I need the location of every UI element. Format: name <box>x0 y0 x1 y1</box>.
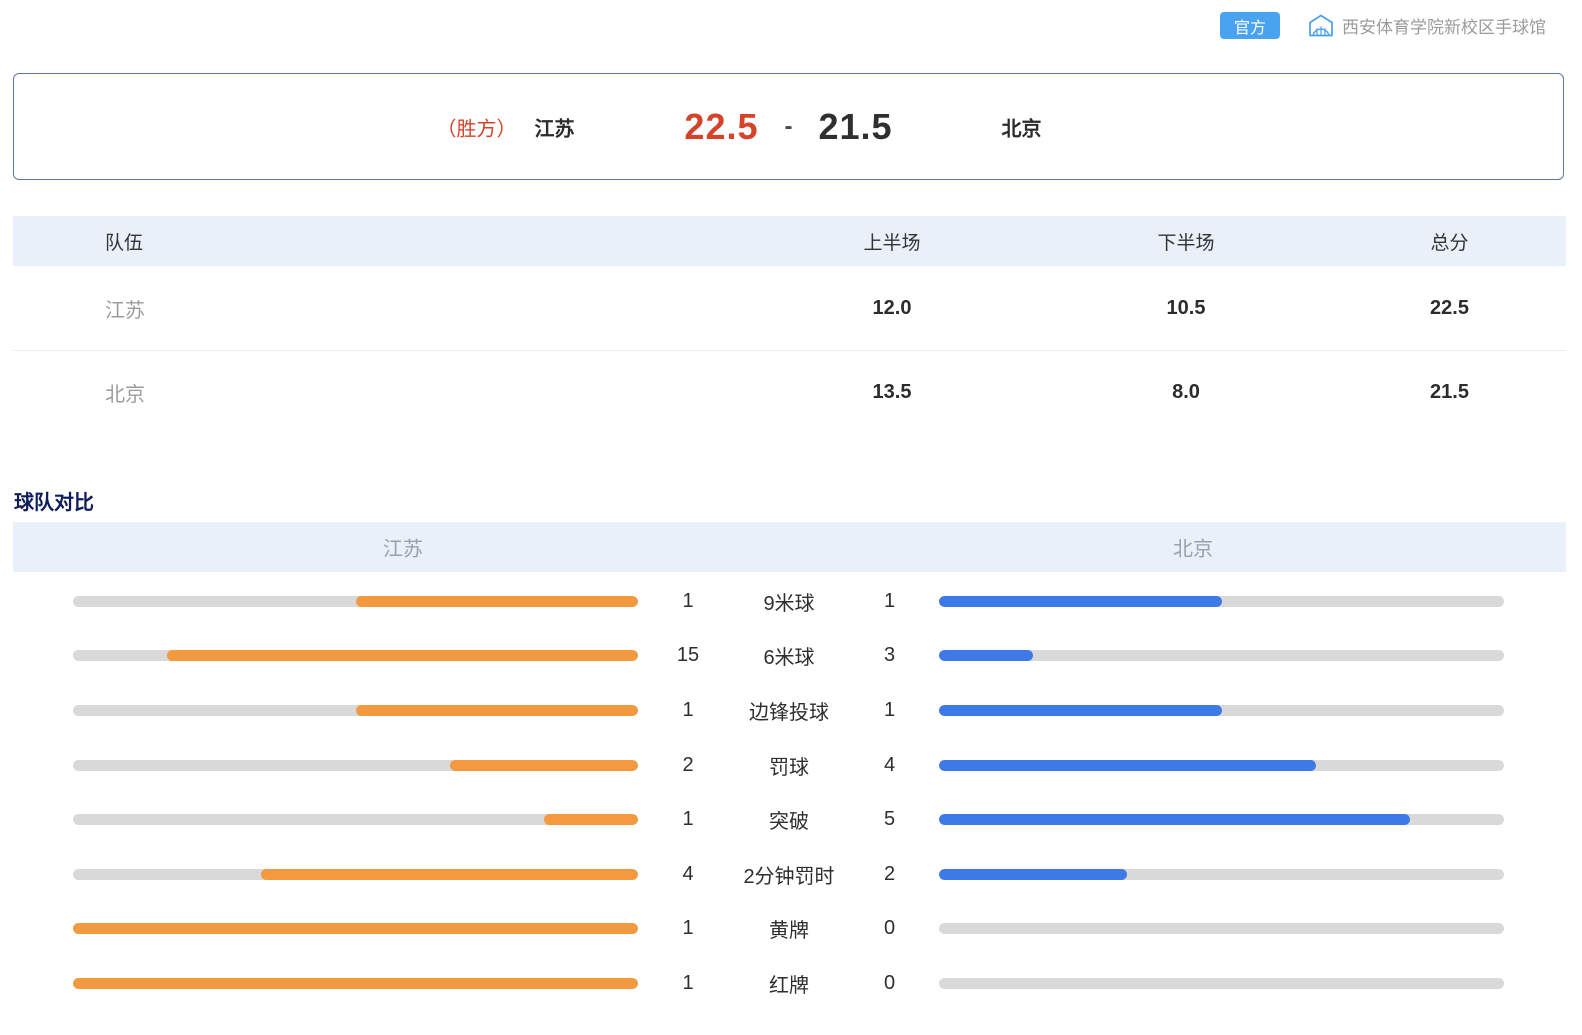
stat-label: 罚球 <box>738 751 840 780</box>
home-score: 22.5 <box>684 106 758 148</box>
away-stat-value: 0 <box>840 972 939 995</box>
away-stat-value: 5 <box>840 808 939 831</box>
home-stat-value: 1 <box>638 808 738 831</box>
comparison-row: 1黄牌0 <box>13 902 1566 957</box>
home-stat-bar <box>73 814 638 825</box>
stat-label: 黄牌 <box>738 914 840 943</box>
stat-label: 9米球 <box>738 587 840 616</box>
comparison-row: 42分钟罚时2 <box>13 847 1566 902</box>
comparison-header: 江苏 北京 <box>13 522 1566 572</box>
comparison-row: 156米球3 <box>13 629 1566 684</box>
score-separator: - <box>785 113 793 141</box>
second-half-cell: 10.5 <box>1039 297 1333 320</box>
home-stat-bar <box>73 596 638 607</box>
home-stat-value: 4 <box>638 863 738 886</box>
home-stat-value: 1 <box>638 972 738 995</box>
home-team-name: 江苏 <box>535 112 575 141</box>
home-stat-bar <box>73 705 638 716</box>
second-half-cell: 8.0 <box>1039 381 1333 404</box>
home-side: （胜方） 江苏 <box>437 112 575 141</box>
home-stat-value: 1 <box>638 699 738 722</box>
team-name-cell: 江苏 <box>13 294 745 323</box>
comparison-left-team: 江苏 <box>383 533 423 562</box>
topbar: 官方 西安体育学院新校区手球馆 <box>1220 12 1546 39</box>
away-stat-value: 0 <box>840 917 939 940</box>
comparison-row: 1突破5 <box>13 792 1566 847</box>
away-stat-value: 1 <box>840 699 939 722</box>
away-stat-bar <box>939 814 1504 825</box>
total-cell: 21.5 <box>1333 381 1566 404</box>
home-stat-value: 1 <box>638 590 738 613</box>
away-team-name: 北京 <box>1002 118 1042 140</box>
home-stat-value: 15 <box>638 644 738 667</box>
table-row: 北京 13.5 8.0 21.5 <box>13 350 1566 434</box>
home-stat-bar <box>73 650 638 661</box>
home-stat-bar <box>73 923 638 934</box>
away-stat-bar <box>939 923 1504 934</box>
stat-label: 突破 <box>738 805 840 834</box>
home-stat-value: 1 <box>638 917 738 940</box>
home-stat-value: 2 <box>638 754 738 777</box>
away-stat-bar <box>939 760 1504 771</box>
halves-table: 队伍 上半场 下半场 总分 江苏 12.0 10.5 22.5 北京 13.5 … <box>13 216 1566 434</box>
col-header-total: 总分 <box>1333 228 1566 255</box>
comparison-rows: 19米球1156米球31边锋投球12罚球41突破542分钟罚时21黄牌01红牌0 <box>13 574 1566 1011</box>
total-cell: 22.5 <box>1333 297 1566 320</box>
venue: 西安体育学院新校区手球馆 <box>1308 13 1546 38</box>
away-stat-value: 1 <box>840 590 939 613</box>
table-row: 江苏 12.0 10.5 22.5 <box>13 266 1566 350</box>
team-name-cell: 北京 <box>13 378 745 407</box>
winner-label: （胜方） <box>437 112 517 141</box>
official-badge[interactable]: 官方 <box>1220 12 1280 39</box>
col-header-second-half: 下半场 <box>1039 228 1333 255</box>
away-score: 21.5 <box>819 106 893 148</box>
stat-label: 红牌 <box>738 969 840 998</box>
stat-label: 6米球 <box>738 641 840 670</box>
comparison-row: 2罚球4 <box>13 738 1566 793</box>
away-stat-bar <box>939 869 1504 880</box>
col-header-first-half: 上半场 <box>745 228 1039 255</box>
first-half-cell: 12.0 <box>745 297 1039 320</box>
away-stat-value: 3 <box>840 644 939 667</box>
away-stat-value: 2 <box>840 863 939 886</box>
comparison-title: 球队对比 <box>14 486 94 515</box>
halves-table-header: 队伍 上半场 下半场 总分 <box>13 216 1566 266</box>
home-stat-bar <box>73 869 638 880</box>
comparison-row: 19米球1 <box>13 574 1566 629</box>
away-side: 北京 <box>1002 112 1042 141</box>
scoreboard-card: （胜方） 江苏 22.5 - 21.5 北京 <box>13 73 1564 180</box>
stat-label: 边锋投球 <box>738 696 840 725</box>
venue-name: 西安体育学院新校区手球馆 <box>1342 13 1546 38</box>
stadium-icon <box>1308 13 1342 38</box>
stat-label: 2分钟罚时 <box>738 860 840 889</box>
col-header-team: 队伍 <box>13 228 745 255</box>
comparison-row: 1红牌0 <box>13 956 1566 1011</box>
away-stat-bar <box>939 705 1504 716</box>
away-stat-value: 4 <box>840 754 939 777</box>
home-stat-bar <box>73 978 638 989</box>
score-line: 22.5 - 21.5 <box>684 106 892 148</box>
comparison-right-team: 北京 <box>1173 533 1213 562</box>
comparison-row: 1边锋投球1 <box>13 683 1566 738</box>
away-stat-bar <box>939 978 1504 989</box>
away-stat-bar <box>939 596 1504 607</box>
home-stat-bar <box>73 760 638 771</box>
match-result-page: 官方 西安体育学院新校区手球馆 （胜方） 江苏 22.5 - 21.5 北京 <box>0 0 1582 1035</box>
away-stat-bar <box>939 650 1504 661</box>
first-half-cell: 13.5 <box>745 381 1039 404</box>
